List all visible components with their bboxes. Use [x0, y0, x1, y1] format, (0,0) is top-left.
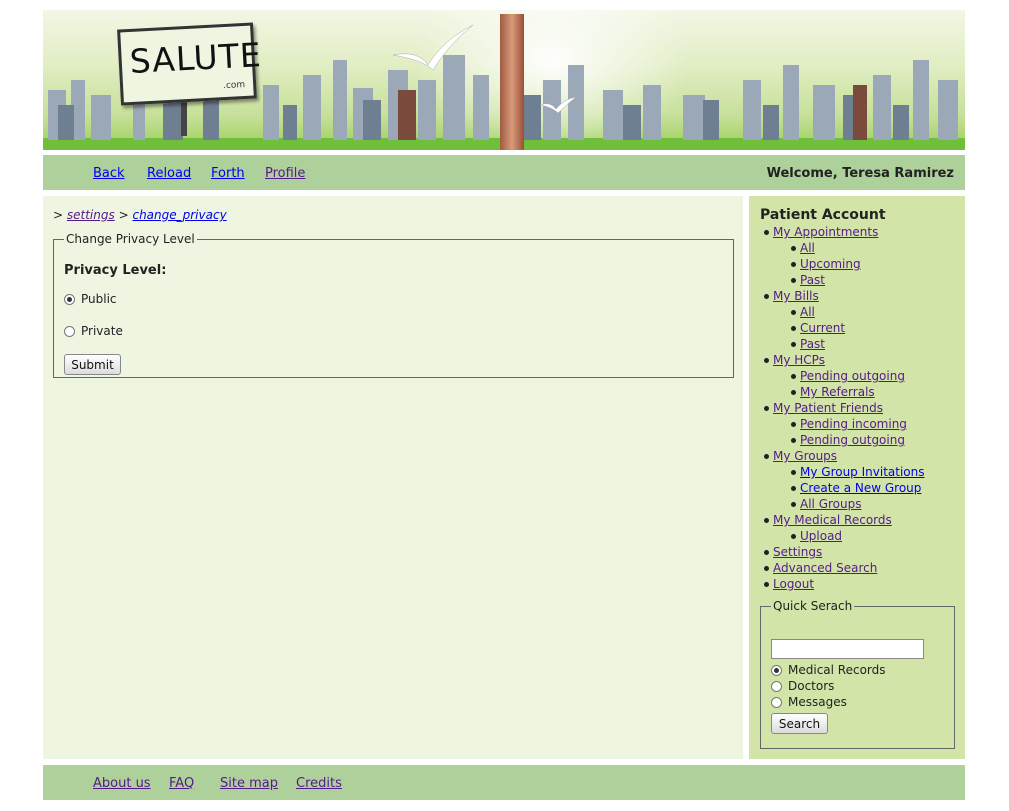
sidebar-item-bills-all[interactable]: All — [800, 305, 815, 319]
salute-logo: SALUTE .com — [117, 22, 263, 106]
tower-image — [500, 14, 524, 150]
change-privacy-form: Change Privacy Level Privacy Level: Publ… — [53, 232, 734, 378]
sidebar-item-appointments[interactable]: My Appointments — [773, 225, 878, 239]
patient-account-sidebar: Patient Account My Appointments All Upco… — [749, 196, 965, 759]
footer-credits-link[interactable]: Credits — [296, 776, 342, 791]
radio-medical-records[interactable] — [771, 664, 782, 676]
privacy-option-private[interactable]: Private — [64, 324, 123, 338]
breadcrumb: > settings > change_privacy — [53, 208, 227, 222]
sidebar-title: Patient Account — [760, 207, 886, 223]
sidebar-item-medical-records[interactable]: My Medical Records — [773, 513, 892, 527]
quick-search-input[interactable] — [771, 639, 924, 659]
sidebar-item-bills[interactable]: My Bills — [773, 289, 819, 303]
sidebar-item-create-group[interactable]: Create a New Group — [800, 481, 921, 495]
qs-option-doctors[interactable]: Doctors — [771, 679, 834, 693]
form-legend: Change Privacy Level — [66, 232, 195, 246]
quick-search-legend: Quick Serach — [773, 599, 853, 613]
seagull-icon — [392, 24, 474, 71]
sidebar-item-patient-friends[interactable]: My Patient Friends — [773, 401, 883, 415]
footer-about-link[interactable]: About us — [93, 776, 151, 791]
privacy-level-label: Privacy Level: — [64, 263, 167, 278]
radio-private[interactable] — [64, 325, 75, 337]
sidebar-item-appointments-past[interactable]: Past — [800, 273, 825, 287]
quick-search-button[interactable]: Search — [771, 713, 828, 734]
seagull-icon — [539, 96, 577, 114]
top-nav-bar: Back Reload Forth Profile Welcome, Teres… — [43, 155, 965, 190]
sidebar-item-hcps-referrals[interactable]: My Referrals — [800, 385, 875, 399]
sidebar-item-friends-pending-incoming[interactable]: Pending incoming — [800, 417, 907, 431]
radio-doctors[interactable] — [771, 680, 782, 692]
privacy-option-public[interactable]: Public — [64, 292, 117, 306]
sidebar-item-logout[interactable]: Logout — [773, 577, 814, 591]
qs-option-messages[interactable]: Messages — [771, 695, 847, 709]
breadcrumb-current-link[interactable]: change_privacy — [132, 208, 226, 222]
reload-link[interactable]: Reload — [147, 166, 191, 181]
qs-option-medical-records[interactable]: Medical Records — [771, 663, 886, 677]
main-content: > settings > change_privacy Change Priva… — [43, 196, 743, 759]
sidebar-item-hcps-pending-outgoing[interactable]: Pending outgoing — [800, 369, 905, 383]
sidebar-item-friends-pending-outgoing[interactable]: Pending outgoing — [800, 433, 905, 447]
header-banner: SALUTE .com — [43, 10, 965, 150]
sidebar-item-appointments-upcoming[interactable]: Upcoming — [800, 257, 861, 271]
sidebar-item-advanced-search[interactable]: Advanced Search — [773, 561, 877, 575]
sidebar-item-groups[interactable]: My Groups — [773, 449, 837, 463]
sidebar-item-bills-current[interactable]: Current — [800, 321, 845, 335]
footer-faq-link[interactable]: FAQ — [169, 776, 194, 791]
back-link[interactable]: Back — [93, 166, 125, 181]
radio-messages[interactable] — [771, 696, 782, 708]
sidebar-item-group-invitations[interactable]: My Group Invitations — [800, 465, 925, 479]
welcome-message: Welcome, Teresa Ramirez — [766, 166, 954, 181]
sidebar-item-settings[interactable]: Settings — [773, 545, 822, 559]
submit-button[interactable]: Submit — [64, 354, 121, 375]
sidebar-item-appointments-all[interactable]: All — [800, 241, 815, 255]
sidebar-item-bills-past[interactable]: Past — [800, 337, 825, 351]
footer-bar: About us FAQ Site map Credits — [43, 765, 965, 800]
sidebar-item-hcps[interactable]: My HCPs — [773, 353, 825, 367]
profile-link[interactable]: Profile — [265, 166, 305, 181]
radio-public[interactable] — [64, 293, 75, 305]
forth-link[interactable]: Forth — [211, 166, 245, 181]
breadcrumb-settings-link[interactable]: settings — [67, 208, 115, 222]
sidebar-item-records-upload[interactable]: Upload — [800, 529, 842, 543]
quick-search-form: Quick Serach Medical Records Doctors Mes… — [760, 599, 955, 749]
footer-sitemap-link[interactable]: Site map — [220, 776, 278, 791]
sidebar-item-all-groups[interactable]: All Groups — [800, 497, 861, 511]
